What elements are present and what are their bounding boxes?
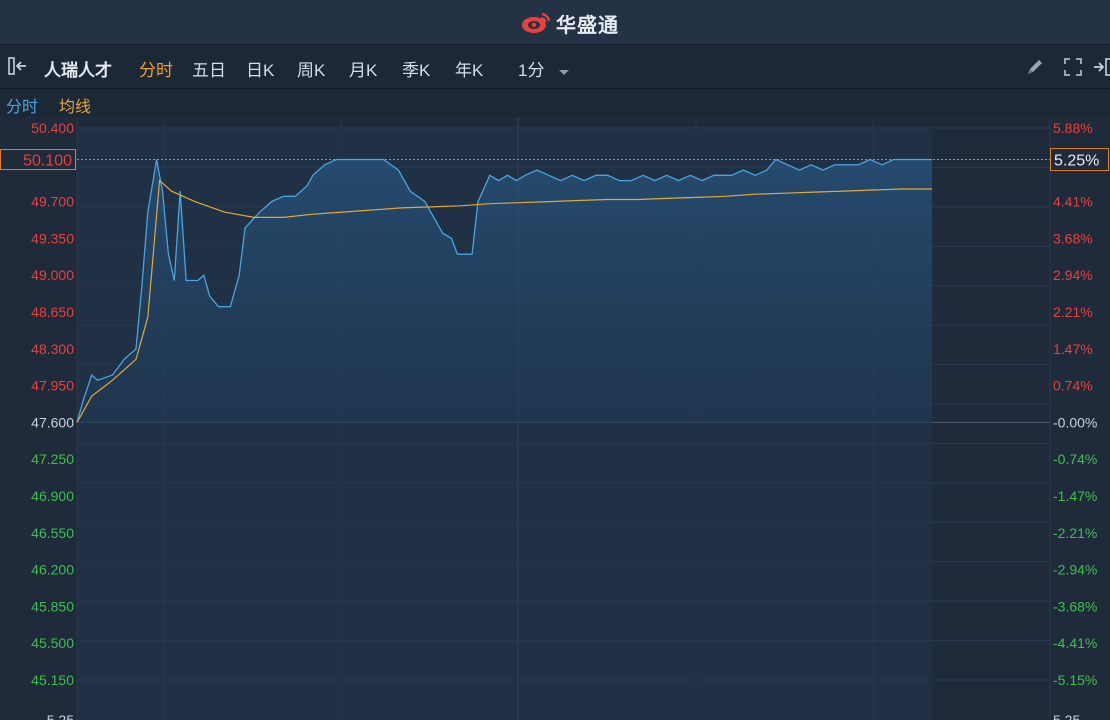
pencil-icon[interactable] <box>1024 56 1046 83</box>
chart-toolbar: 人瑞人才 分时 五日 日K 周K 月K 季K 年K 1分 <box>0 46 1110 89</box>
tab-yearly-k[interactable]: 年K <box>455 56 483 81</box>
y-tick-label-right: -2.21% <box>1053 525 1097 541</box>
y-tick-label-right: -4.41% <box>1053 635 1097 651</box>
y-tick-label-left: 47.600 <box>31 414 74 430</box>
y-tick-label-left: 48.300 <box>31 341 74 357</box>
brand-eye-icon <box>522 12 551 33</box>
current-price-label: 50.100 <box>23 153 72 170</box>
tab-five-day[interactable]: 五日 <box>192 56 226 81</box>
volume-tick-label-right: 5.25 <box>1053 712 1080 720</box>
y-tick-label-right: 3.68% <box>1053 230 1093 246</box>
y-tick-label-left: 45.150 <box>31 672 74 688</box>
interval-select[interactable]: 1分 <box>518 56 571 81</box>
y-tick-label-left: 49.700 <box>31 194 74 210</box>
y-tick-label-right: 2.21% <box>1053 304 1093 320</box>
y-tick-label-right: 1.47% <box>1053 341 1093 357</box>
y-tick-label-left: 47.950 <box>31 378 74 394</box>
chevron-down-icon <box>559 69 570 75</box>
y-tick-label-right: 5.88% <box>1053 120 1093 136</box>
y-tick-label-left: 46.550 <box>31 525 74 541</box>
legend-average[interactable]: 均线 <box>59 93 91 117</box>
tab-monthly-k[interactable]: 月K <box>349 56 377 81</box>
brand-logo: 华盛通 <box>520 10 619 37</box>
chart-legend: 分时 均线 <box>0 89 1110 117</box>
y-tick-label-right: -1.47% <box>1053 488 1097 504</box>
y-tick-label-left: 46.900 <box>31 488 74 504</box>
y-tick-label-left: 45.500 <box>31 635 74 651</box>
tab-daily-k[interactable]: 日K <box>246 56 274 81</box>
y-tick-label-right: -0.00% <box>1053 414 1097 430</box>
stock-name[interactable]: 人瑞人才 <box>44 56 112 81</box>
y-tick-label-right: -0.74% <box>1053 451 1097 467</box>
y-tick-label-right: 0.74% <box>1053 378 1093 394</box>
intraday-chart[interactable]: 50.400 49.700 49.350 49.000 48.650 48.300 47.9… <box>0 118 1110 720</box>
expand-panel-icon[interactable] <box>1092 56 1110 83</box>
y-tick-label-right: 4.41% <box>1053 194 1093 210</box>
tab-quarterly-k[interactable]: 季K <box>402 56 430 81</box>
y-tick-label-left: 50.400 <box>31 120 74 136</box>
y-tick-label-right: -5.15% <box>1053 672 1097 688</box>
y-tick-label-left: 45.850 <box>31 598 74 614</box>
y-tick-label-right: 2.94% <box>1053 267 1093 283</box>
legend-price[interactable]: 分时 <box>6 93 38 117</box>
current-pct-label: 5.25% <box>1054 153 1099 170</box>
tab-weekly-k[interactable]: 周K <box>297 56 325 81</box>
y-tick-label-right: -3.68% <box>1053 598 1097 614</box>
interval-value: 1分 <box>518 61 545 80</box>
volume-tick-label-left: 5.25 <box>47 712 74 720</box>
y-tick-label-left: 46.200 <box>31 562 74 578</box>
y-tick-label-left: 49.000 <box>31 267 74 283</box>
fullscreen-icon[interactable] <box>1062 56 1084 83</box>
chart-canvas[interactable]: 50.400 49.700 49.350 49.000 48.650 48.300 47.9… <box>0 118 1110 720</box>
y-tick-label-left: 48.650 <box>31 304 74 320</box>
collapse-panel-icon[interactable] <box>6 55 32 82</box>
app-header: 华盛通 <box>0 0 1110 45</box>
tab-intraday[interactable]: 分时 <box>139 56 173 81</box>
y-tick-label-left: 49.350 <box>31 230 74 246</box>
y-tick-label-left: 47.250 <box>31 451 74 467</box>
brand-name: 华盛通 <box>556 14 619 37</box>
y-tick-label-right: -2.94% <box>1053 562 1097 578</box>
